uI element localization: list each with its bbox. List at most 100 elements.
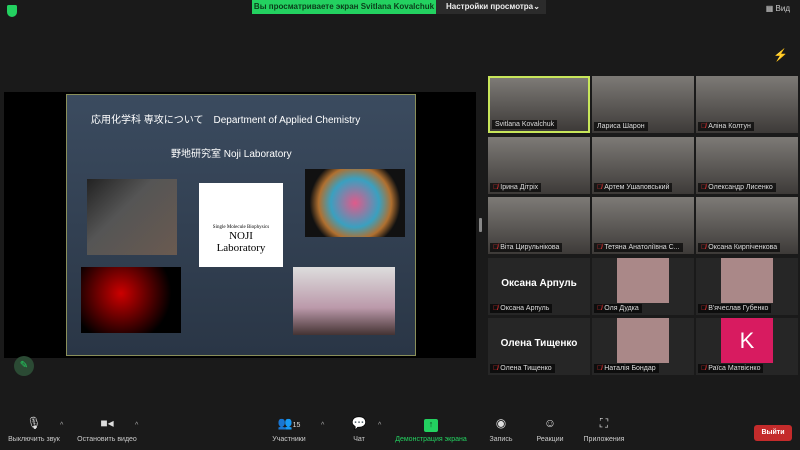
participant-name-label: 🎙̸ Аліна Колтун — [698, 122, 754, 131]
apps-button[interactable]: ⛶ Приложения — [578, 416, 630, 443]
lab-people-photo — [293, 267, 395, 335]
participant-name: Раїса Матвієнко — [708, 365, 761, 372]
viewing-screen-banner: Вы просматриваете экран Svitlana Kovalch… — [252, 0, 436, 14]
view-options-dropdown[interactable]: Настройки просмотра ⌄ — [436, 0, 546, 14]
participant-name-label: 🎙̸ Віта Цирульнікова — [490, 243, 563, 252]
leave-button[interactable]: Выйти — [754, 425, 792, 441]
protein-structure-image — [305, 169, 405, 237]
participant-tile[interactable]: Svitlana Kovalchuk — [488, 76, 590, 133]
logo-noji: NOJI — [229, 230, 253, 242]
video-options-caret[interactable]: ^ — [135, 422, 138, 429]
annotate-pencil-icon[interactable]: ✎ — [14, 356, 34, 376]
participant-name: Лариса Шарон — [597, 123, 645, 130]
participant-name: Ірина Дітріх — [500, 184, 539, 191]
participant-display-name: Олена Тищенко — [500, 338, 578, 349]
muted-mic-icon: 🎙̸ — [701, 365, 707, 372]
mute-label: Выключить звук — [8, 436, 60, 443]
participants-label: Участники — [272, 436, 306, 443]
participant-tile[interactable]: 🎙̸ Артем Ушаповський — [592, 137, 694, 194]
audio-options-caret[interactable]: ^ — [60, 422, 63, 429]
split-resize-handle[interactable] — [479, 218, 482, 232]
meeting-toolbar: 🎙 Выключить звук ^ ■◂ Остановить видео ^ 👥… — [0, 412, 800, 450]
chat-label: Чат — [353, 436, 365, 443]
participant-tile[interactable]: Лариса Шарон — [592, 76, 694, 133]
participant-name: В'ячеслав Губенко — [708, 305, 769, 312]
participant-name: Наталія Бондар — [604, 365, 656, 372]
record-label: Запись — [489, 436, 513, 443]
participant-name-label: 🎙̸ Наталія Бондар — [594, 364, 659, 373]
participant-name-label: 🎙̸ В'ячеслав Губенко — [698, 304, 772, 313]
muted-mic-icon: 🎙̸ — [597, 244, 603, 251]
participant-tile[interactable]: 🎙̸ Оля Дудка — [592, 258, 694, 315]
profile-picture — [617, 258, 669, 303]
participant-tile[interactable]: K 🎙̸ Раїса Матвієнко — [696, 318, 798, 375]
record-button[interactable]: ◉ Запись — [484, 416, 518, 443]
share-screen-label: Демонстрация экрана — [395, 436, 467, 443]
avatar-letter: K — [721, 318, 773, 363]
apps-icon: ⛶ — [599, 416, 609, 430]
presentation-slide: 応用化学科 専攻について Department of Applied Chemi… — [66, 94, 416, 356]
muted-mic-icon: 🎙̸ — [493, 365, 499, 372]
view-options-label: Настройки просмотра — [446, 2, 534, 11]
participant-name-label: Svitlana Kovalchuk — [492, 120, 558, 129]
profile-picture — [721, 258, 773, 303]
participant-name-label: 🎙̸ Тетяна Анатоліївна С... — [594, 243, 683, 252]
participant-tile[interactable]: 🎙̸ Наталія Бондар — [592, 318, 694, 375]
zoom-logo-icon: ⚡ — [773, 48, 788, 62]
participant-tile[interactable]: 🎙̸ Олександр Лисенко — [696, 137, 798, 194]
view-button[interactable]: ▦ Вид — [766, 4, 790, 13]
view-label: Вид — [775, 4, 790, 13]
record-icon: ◉ — [495, 416, 507, 430]
reactions-icon: ☺ — [543, 416, 557, 430]
security-shield-icon[interactable] — [7, 5, 17, 17]
participant-tile[interactable]: Олена Тищенко 🎙̸ Олена Тищенко — [488, 318, 590, 375]
participant-name-label: 🎙̸ Артем Ушаповський — [594, 183, 673, 192]
participant-name: Оксана Арпуль — [500, 305, 550, 312]
participant-name-label: 🎙̸ Олена Тищенко — [490, 364, 555, 373]
participant-name-label: 🎙̸ Олександр Лисенко — [698, 183, 776, 192]
muted-mic-icon: 🎙̸ — [701, 305, 707, 312]
logo-laboratory: Laboratory — [216, 242, 266, 254]
mute-button[interactable]: 🎙 Выключить звук — [4, 416, 64, 443]
reactions-button[interactable]: ☺ Реакции — [532, 416, 568, 443]
muted-mic-icon: 🎙̸ — [597, 365, 603, 372]
reactions-label: Реакции — [536, 436, 564, 443]
participant-name-label: Лариса Шарон — [594, 122, 648, 131]
participant-name: Тетяна Анатоліївна С... — [604, 244, 680, 251]
participants-count: 15 — [292, 422, 301, 429]
participant-name: Аліна Колтун — [708, 123, 751, 130]
participant-name: Олександр Лисенко — [708, 184, 773, 191]
participant-name-label: 🎙̸ Раїса Матвієнко — [698, 364, 764, 373]
participants-button[interactable]: 👥15 Участники — [266, 416, 312, 443]
participant-tile[interactable]: 🎙̸ Оксана Кирпіченкова — [696, 197, 798, 254]
muted-mic-icon: 🎙̸ — [493, 184, 499, 191]
participant-name-label: 🎙̸ Оксана Арпуль — [490, 304, 553, 313]
participant-tile[interactable]: 🎙̸ Аліна Колтун — [696, 76, 798, 133]
participant-tile[interactable]: 🎙̸ Віта Цирульнікова — [488, 197, 590, 254]
participant-name: Оля Дудка — [604, 305, 639, 312]
stop-video-button[interactable]: ■◂ Остановить видео — [72, 416, 142, 443]
lab-equipment-photo — [87, 179, 177, 255]
participant-tile[interactable]: 🎙̸ Тетяна Анатоліївна С... — [592, 197, 694, 254]
participant-tile[interactable]: 🎙̸ Ірина Дітріх — [488, 137, 590, 194]
participant-name: Оксана Кирпіченкова — [708, 244, 778, 251]
participant-name: Олена Тищенко — [500, 365, 552, 372]
grid-icon: ▦ — [765, 4, 776, 13]
slide-lab-name: 野地研究室 Noji Laboratory — [171, 149, 292, 160]
participant-name: Віта Цирульнікова — [500, 244, 560, 251]
participant-name-label: 🎙̸ Ірина Дітріх — [490, 183, 542, 192]
participant-tile[interactable]: 🎙̸ В'ячеслав Губенко — [696, 258, 798, 315]
participant-name: Svitlana Kovalchuk — [495, 121, 555, 128]
chat-button[interactable]: 💬 Чат — [344, 416, 374, 443]
noji-lab-logo: Single Molecule Biophysics NOJI Laborato… — [199, 183, 283, 267]
participants-caret[interactable]: ^ — [321, 422, 324, 429]
muted-mic-icon: 🎙̸ — [493, 244, 499, 251]
participant-tile[interactable]: Оксана Арпуль 🎙̸ Оксана Арпуль — [488, 258, 590, 315]
red-particles-image — [81, 267, 181, 333]
participants-icon: 👥15 — [277, 416, 301, 430]
chat-caret[interactable]: ^ — [378, 422, 381, 429]
chevron-down-icon: ⌄ — [533, 2, 540, 11]
share-screen-icon: ↑ — [390, 416, 472, 432]
participant-name-label: 🎙̸ Оля Дудка — [594, 304, 642, 313]
share-screen-button[interactable]: ↑ Демонстрация экрана — [390, 416, 472, 443]
